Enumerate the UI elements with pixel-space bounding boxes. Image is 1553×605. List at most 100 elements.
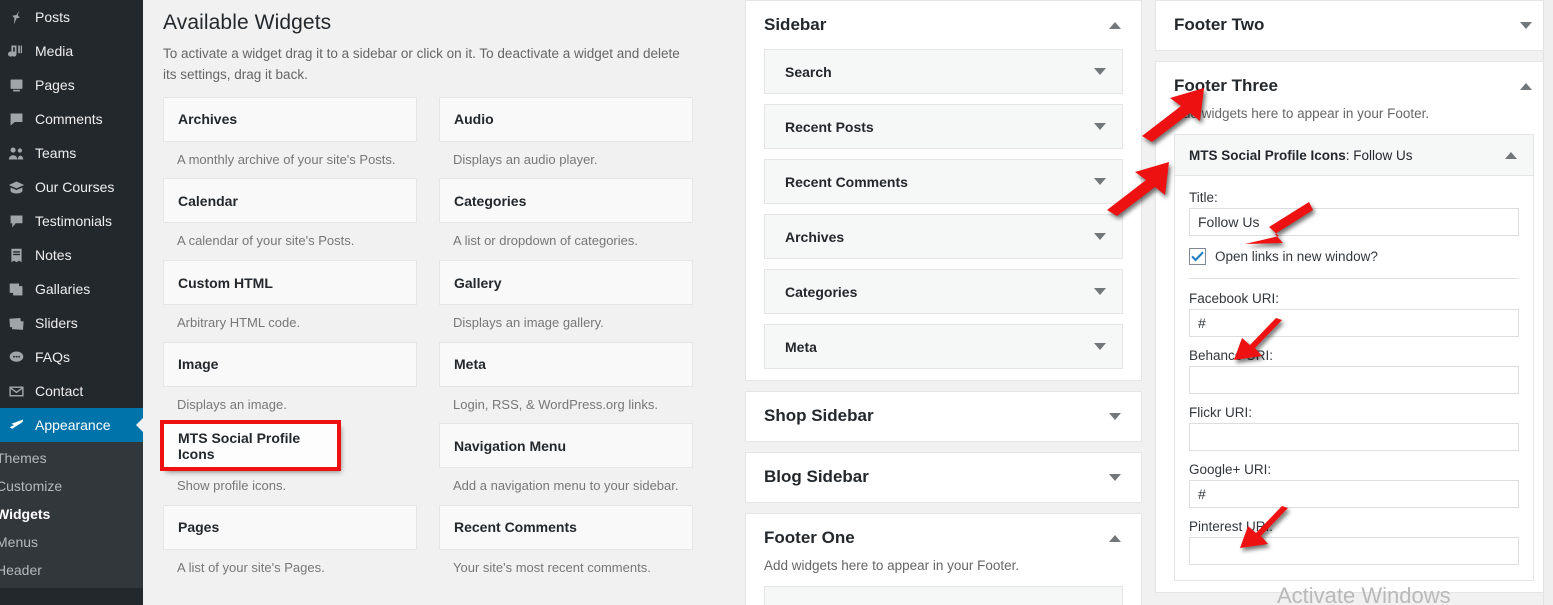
available-widget: Pages A list of your site's Pages. [163, 504, 417, 587]
faq-icon [6, 347, 26, 367]
available-widget-name: Audio [454, 111, 494, 128]
menu-item-sliders[interactable]: Sliders [0, 306, 143, 340]
envelope-icon [6, 381, 26, 401]
chevron-down-icon[interactable] [1094, 123, 1106, 130]
sidebar-widget-row[interactable]: Categories [764, 269, 1123, 314]
chevron-down-icon[interactable] [1094, 233, 1106, 240]
submenu-item-menus[interactable]: Menus [0, 528, 143, 556]
menu-item-label: Comments [35, 111, 103, 127]
menu-item-pages[interactable]: Pages [0, 68, 143, 102]
chevron-down-icon[interactable] [1094, 288, 1106, 295]
menu-item-appearance[interactable]: Appearance [0, 408, 143, 442]
submenu-item-widgets[interactable]: Widgets [0, 500, 143, 528]
menu-item-notes[interactable]: Notes [0, 238, 143, 272]
gallery-icon [6, 279, 26, 299]
available-widget-description: A monthly archive of your site's Posts. [177, 151, 396, 167]
title-field-label: Title: [1189, 190, 1218, 205]
available-widget-button[interactable]: Meta [439, 341, 693, 387]
menu-item-media[interactable]: Media [0, 34, 143, 68]
footer-three-title: Footer Three [1174, 76, 1278, 95]
menu-item-contact[interactable]: Contact [0, 374, 143, 408]
submenu-item-customize[interactable]: Customize [0, 472, 143, 500]
menu-item-teams[interactable]: Teams [0, 136, 143, 170]
mts-widget-form: Title: Open links in new window? Facebook … [1175, 176, 1533, 580]
widgets-page-content: Available Widgets To activate a widget d… [143, 0, 1553, 605]
sidebar-panel-header[interactable]: Shop Sidebar [764, 392, 1123, 440]
available-widget-button[interactable]: Categories [439, 178, 693, 224]
googleplus-uri-field-label: Google+ URI: [1189, 462, 1272, 477]
available-widget-button[interactable]: Gallery [439, 260, 693, 306]
googleplus-uri-field[interactable] [1189, 480, 1519, 508]
chevron-down-icon[interactable] [1520, 21, 1532, 29]
available-widget-name: Gallery [454, 274, 502, 291]
menu-item-posts[interactable]: Posts [0, 0, 143, 34]
available-widget: Archives A monthly archive of your site's… [163, 96, 417, 179]
menu-item-comments[interactable]: Comments [0, 102, 143, 136]
available-widgets-grid: Archives A monthly archive of your site's… [160, 96, 713, 587]
available-widget-button[interactable]: Calendar [163, 178, 417, 224]
available-widget-button[interactable]: Pages [163, 504, 417, 550]
chevron-down-icon[interactable] [1094, 178, 1106, 185]
available-widget-button[interactable]: MTS Social Profile Icons [160, 420, 341, 472]
available-widget-button[interactable]: Custom HTML [163, 260, 417, 306]
courses-icon [6, 177, 26, 197]
available-widget: Custom HTML Arbitrary HTML code. [163, 260, 417, 342]
footer-three-header[interactable]: Footer Three [1174, 62, 1534, 110]
facebook-uri-field[interactable] [1189, 309, 1519, 337]
available-widget-description: Displays an image. [177, 396, 287, 412]
chevron-down-icon[interactable] [1109, 473, 1121, 481]
sidebar-panel-header[interactable]: Footer Two [1174, 1, 1534, 49]
chevron-down-icon[interactable] [1109, 412, 1121, 420]
activate-windows-watermark: Activate Windows [1277, 583, 1451, 605]
sidebar-panel-header[interactable]: Footer One [764, 514, 1123, 562]
sidebar-panel: Footer One Add widgets here to appear in … [745, 513, 1142, 605]
available-widget-description: A list of your site's Pages. [177, 559, 325, 575]
available-widget-button[interactable]: Navigation Menu [439, 423, 693, 469]
available-widget: Audio Displays an audio player. [439, 96, 693, 179]
menu-item-gallaries[interactable]: Gallaries [0, 272, 143, 306]
page-scroll-rail[interactable] [1543, 0, 1553, 605]
available-widget-button[interactable]: Recent Comments [439, 504, 693, 550]
submenu-item-header[interactable]: Header [0, 556, 143, 584]
sidebar-panel-header[interactable]: Sidebar [764, 1, 1123, 49]
sidebar-widget-row[interactable] [764, 586, 1123, 605]
submenu-item-label: Menus [0, 534, 39, 550]
sidebar-panel-header[interactable]: Blog Sidebar [764, 453, 1123, 501]
sidebars-column-right: Footer Two Footer Three Add widgets here t… [1155, 0, 1553, 603]
mts-social-profile-icons-widget: MTS Social Profile Icons: Follow Us Title… [1174, 134, 1534, 581]
flickr-uri-field-label: Flickr URI: [1189, 405, 1252, 420]
menu-item-testimonials[interactable]: Testimonials [0, 204, 143, 238]
chevron-down-icon[interactable] [1094, 68, 1106, 75]
sidebar-widget-row[interactable]: Recent Comments [764, 159, 1123, 204]
menu-item-label: FAQs [35, 349, 71, 365]
available-widget-button[interactable]: Audio [439, 96, 693, 142]
title-field[interactable] [1189, 208, 1519, 236]
sidebar-widget-row[interactable]: Search [764, 49, 1123, 94]
available-widget-description: Login, RSS, & WordPress.org links. [453, 396, 658, 412]
menu-item-label: Testimonials [35, 213, 113, 229]
submenu-item-themes[interactable]: Themes [0, 444, 143, 472]
menu-item-faqs[interactable]: FAQs [0, 340, 143, 374]
facebook-uri-field-label: Facebook URI: [1189, 291, 1280, 306]
open-links-checkbox[interactable] [1189, 248, 1206, 265]
menu-item-our-courses[interactable]: Our Courses [0, 170, 143, 204]
flickr-uri-field[interactable] [1189, 423, 1519, 451]
behance-uri-field[interactable] [1189, 366, 1519, 394]
chevron-up-icon[interactable] [1505, 151, 1517, 159]
mts-widget-header[interactable]: MTS Social Profile Icons: Follow Us [1175, 135, 1533, 176]
available-widget-button[interactable]: Archives [163, 96, 417, 142]
sidebar-widget-row[interactable]: Recent Posts [764, 104, 1123, 149]
sidebar-panel-title: Footer Two [1174, 15, 1265, 34]
chevron-up-icon[interactable] [1109, 534, 1121, 542]
open-links-new-window-row[interactable]: Open links in new window? [1189, 248, 1519, 265]
form-field: Facebook URI: [1189, 291, 1519, 337]
chevron-up-icon[interactable] [1109, 21, 1121, 29]
chevron-up-icon[interactable] [1520, 82, 1532, 90]
available-widget-button[interactable]: Image [163, 341, 417, 387]
admin-sidebar-menu[interactable]: Posts Media Pages Comments Teams Our Courses T… [0, 0, 143, 605]
sidebar-widget-row[interactable]: Meta [764, 324, 1123, 369]
pinterest-uri-field[interactable] [1189, 537, 1519, 565]
appearance-submenu[interactable]: Themes Customize Widgets Menus Header [0, 442, 143, 588]
chevron-down-icon[interactable] [1094, 343, 1106, 350]
sidebar-widget-row[interactable]: Archives [764, 214, 1123, 259]
